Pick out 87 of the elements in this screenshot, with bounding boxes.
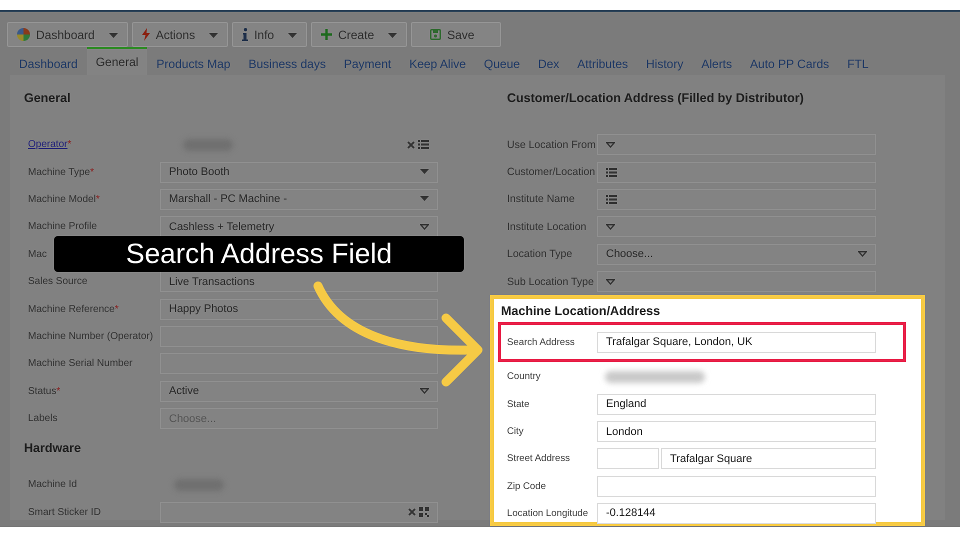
tab[interactable]: Dashboard — [10, 51, 87, 75]
toolbar-button[interactable]: Create — [311, 22, 408, 47]
caret-icon — [420, 169, 429, 176]
tab[interactable]: General — [86, 47, 148, 75]
text-field[interactable] — [160, 502, 438, 523]
text-field[interactable]: Happy Photos — [160, 298, 438, 320]
tab[interactable]: Business days — [239, 51, 335, 75]
tab[interactable]: Auto PP Cards — [741, 51, 838, 75]
field-label: Smart Sticker ID — [27, 506, 102, 518]
text-field[interactable]: -0.128144 — [597, 502, 876, 524]
section-heading: General — [24, 90, 72, 107]
dropdown-caret-icon — [420, 388, 429, 394]
select-field[interactable]: Marshall - PC Machine - — [160, 188, 438, 210]
select-field[interactable]: Choose... — [597, 244, 876, 265]
field-label: Machine Model* — [27, 194, 101, 205]
field-label[interactable]: Operator* — [24, 139, 160, 150]
info-icon — [242, 28, 248, 41]
select-field[interactable] — [597, 271, 876, 292]
section-heading: Hardware — [24, 440, 82, 458]
tab[interactable]: History — [637, 51, 692, 75]
tab[interactable]: Payment — [334, 51, 400, 75]
field-label: Sales Source — [27, 276, 88, 288]
field-label: Machine Id — [27, 479, 78, 490]
field-label: Institute Name — [507, 193, 576, 206]
close-icon[interactable] — [407, 140, 415, 149]
select-field[interactable] — [597, 216, 876, 238]
lightning-icon — [142, 28, 150, 41]
field-label: Status* — [27, 386, 62, 397]
field-label: Sub Location Type — [507, 276, 595, 288]
toolbar-button[interactable]: Info — [232, 22, 308, 47]
toolbar-button[interactable]: Actions — [132, 22, 228, 47]
section-heading: Customer/Location Address (Filled by Distributor) — [507, 90, 805, 107]
field-label: Machine Type* — [27, 166, 95, 178]
field-label: Street Address — [507, 453, 571, 464]
dropdown-caret-icon — [606, 224, 615, 230]
text-field[interactable]: Trafalgar Square — [661, 448, 876, 470]
tab[interactable]: Alerts — [692, 51, 742, 75]
dropdown-caret-icon — [606, 278, 615, 285]
field-label: Customer/Location — [507, 166, 596, 178]
dropdown-caret-icon — [858, 251, 867, 258]
field-label: Location Type — [507, 248, 574, 260]
tab[interactable]: Keep Alive — [400, 51, 475, 75]
text-field[interactable]: England — [597, 394, 876, 415]
dropdown-caret-icon — [606, 142, 615, 148]
plus-icon — [321, 29, 332, 40]
field-label: Labels — [27, 413, 58, 424]
text-field[interactable] — [160, 353, 438, 374]
field-label: State — [507, 398, 530, 410]
field-label: Institute Location — [507, 220, 588, 233]
field-label: Machine Serial Number — [27, 358, 134, 370]
section-heading: Machine Location/Address — [500, 303, 662, 320]
tab[interactable]: Products Map — [147, 51, 240, 75]
toolbar-button[interactable]: Dashboard — [7, 22, 128, 47]
tab[interactable]: Queue — [474, 51, 529, 75]
dropdown-caret-icon — [420, 224, 429, 230]
list-icon — [418, 140, 429, 150]
field-label: Location Longitude — [507, 508, 590, 519]
tab[interactable]: Attributes — [568, 51, 637, 75]
field-label: City — [507, 426, 525, 438]
lookup-field[interactable] — [597, 188, 876, 210]
select-field[interactable]: Cashless + Telemetry — [160, 216, 438, 238]
select-field[interactable]: Active — [160, 380, 438, 402]
callout-label: Search Address Field — [54, 236, 464, 272]
text-field[interactable]: Live Transactions — [160, 271, 438, 292]
close-icon[interactable] — [408, 508, 416, 516]
text-field[interactable]: Trafalgar Square, London, UK — [597, 332, 876, 353]
save-icon — [430, 29, 442, 40]
field-label: Zip Code — [507, 480, 547, 492]
qr-code-icon[interactable] — [419, 507, 429, 518]
caret-icon — [420, 196, 429, 202]
lookup-field[interactable] — [597, 162, 876, 183]
field-label: Machine Profile — [27, 221, 98, 232]
field-label: Machine Number (Operator) — [27, 330, 154, 342]
text-field[interactable]: London — [597, 421, 876, 442]
field-label: Country — [507, 371, 542, 382]
text-field[interactable] — [160, 326, 438, 347]
list-icon — [606, 194, 617, 204]
tab[interactable]: FTL — [838, 51, 878, 75]
pie-chart-icon — [17, 28, 30, 41]
field-label: Machine Reference* — [27, 304, 120, 315]
select-field[interactable]: Photo Booth — [160, 162, 438, 183]
list-icon — [606, 168, 617, 177]
tab[interactable]: Dex — [528, 51, 568, 75]
field-label: Use Location From — [507, 138, 597, 151]
toolbar-button[interactable]: Save — [411, 22, 502, 47]
field-label: Search Address — [507, 336, 576, 348]
select-field[interactable] — [597, 134, 876, 156]
